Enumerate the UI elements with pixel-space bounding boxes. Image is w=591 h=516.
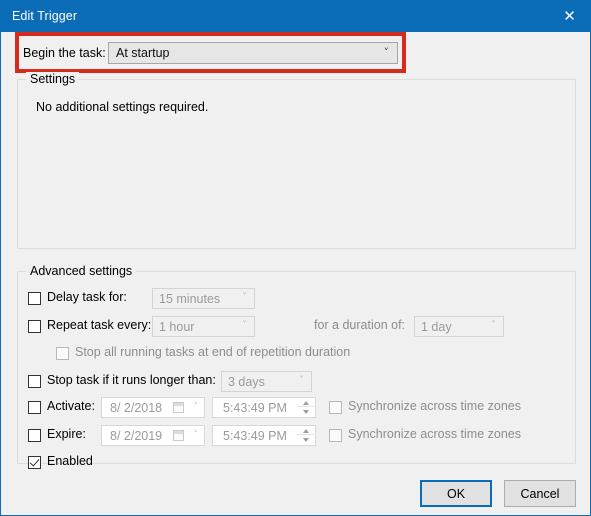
close-icon[interactable]: ✕ <box>547 1 591 32</box>
window-title: Edit Trigger <box>12 9 78 23</box>
advanced-settings-legend: Advanced settings <box>26 264 137 278</box>
expire-checkbox[interactable] <box>28 429 41 442</box>
duration-dropdown[interactable]: 1 day ˅ <box>414 316 504 337</box>
spinner-up-icon[interactable] <box>297 399 314 407</box>
activate-sync-timezone-label: Synchronize across time zones <box>348 399 521 413</box>
chevron-down-icon: ˅ <box>242 320 247 331</box>
spinner-up-icon[interactable] <box>297 427 314 435</box>
activate-time-value: 5:43:49 PM <box>223 401 287 415</box>
expire-time-spinner[interactable] <box>297 427 314 444</box>
calendar-icon <box>173 402 184 413</box>
enabled-checkbox[interactable] <box>28 456 41 469</box>
repeat-task-value: 1 hour <box>159 320 195 334</box>
repeat-task-checkbox[interactable] <box>28 320 41 333</box>
cancel-button[interactable]: Cancel <box>504 480 576 507</box>
settings-message: No additional settings required. <box>36 100 209 114</box>
chevron-down-icon: ˅ <box>491 320 496 331</box>
duration-value: 1 day <box>421 320 452 334</box>
stop-task-value: 3 days <box>228 375 265 389</box>
title-bar: Edit Trigger ✕ <box>1 1 591 32</box>
settings-group: Settings No additional settings required… <box>17 72 576 249</box>
activate-date-field[interactable]: 8/ 2/2018 ˅ <box>101 397 205 418</box>
delay-task-value: 15 minutes <box>159 292 221 306</box>
activate-time-spinner[interactable] <box>297 399 314 416</box>
begin-task-value: At startup <box>116 46 170 60</box>
delay-task-checkbox[interactable] <box>28 292 41 305</box>
begin-task-label: Begin the task: <box>23 46 106 60</box>
advanced-settings-group: Advanced settings Delay task for: 15 min… <box>17 264 576 469</box>
activate-sync-timezone-checkbox[interactable] <box>329 401 342 414</box>
expire-sync-timezone-checkbox[interactable] <box>329 429 342 442</box>
edit-trigger-dialog: Edit Trigger ✕ Begin the task: At startu… <box>0 0 591 516</box>
expire-date-field[interactable]: 8/ 2/2019 ˅ <box>101 425 205 446</box>
cancel-button-label: Cancel <box>520 486 560 501</box>
expire-date-value: 8/ 2/2019 <box>110 429 163 443</box>
duration-label: for a duration of: <box>314 318 406 332</box>
settings-legend: Settings <box>26 72 80 86</box>
activate-time-field[interactable]: 5:43:49 PM <box>212 397 316 418</box>
expire-time-field[interactable]: 5:43:49 PM <box>212 425 316 446</box>
stop-all-running-tasks-checkbox[interactable] <box>56 347 69 360</box>
stop-task-checkbox[interactable] <box>28 375 41 388</box>
calendar-icon <box>173 430 184 441</box>
stop-task-label: Stop task if it runs longer than: <box>47 373 216 387</box>
expire-label: Expire: <box>47 427 86 441</box>
expire-sync-timezone-label: Synchronize across time zones <box>348 427 521 441</box>
chevron-down-icon: ˅ <box>242 292 247 303</box>
spinner-down-icon[interactable] <box>297 408 314 416</box>
repeat-task-dropdown[interactable]: 1 hour ˅ <box>152 316 255 337</box>
activate-checkbox[interactable] <box>28 401 41 414</box>
expire-time-value: 5:43:49 PM <box>223 429 287 443</box>
chevron-down-icon: ˅ <box>299 375 304 386</box>
activate-date-value: 8/ 2/2018 <box>110 401 163 415</box>
activate-label: Activate: <box>47 399 95 413</box>
chevron-down-icon: ˅ <box>193 430 199 440</box>
chevron-down-icon: ˅ <box>383 46 390 59</box>
chevron-down-icon: ˅ <box>193 402 199 412</box>
delay-task-label: Delay task for: <box>47 290 127 304</box>
ok-button-label: OK <box>446 486 466 501</box>
delay-task-dropdown[interactable]: 15 minutes ˅ <box>152 288 255 309</box>
ok-button[interactable]: OK <box>420 480 492 507</box>
repeat-task-label: Repeat task every: <box>47 318 152 332</box>
stop-task-dropdown[interactable]: 3 days ˅ <box>221 371 312 392</box>
begin-task-dropdown[interactable]: At startup ˅ <box>108 42 398 64</box>
stop-all-running-tasks-label: Stop all running tasks at end of repetit… <box>75 345 351 359</box>
spinner-down-icon[interactable] <box>297 436 314 444</box>
enabled-label: Enabled <box>47 454 93 468</box>
